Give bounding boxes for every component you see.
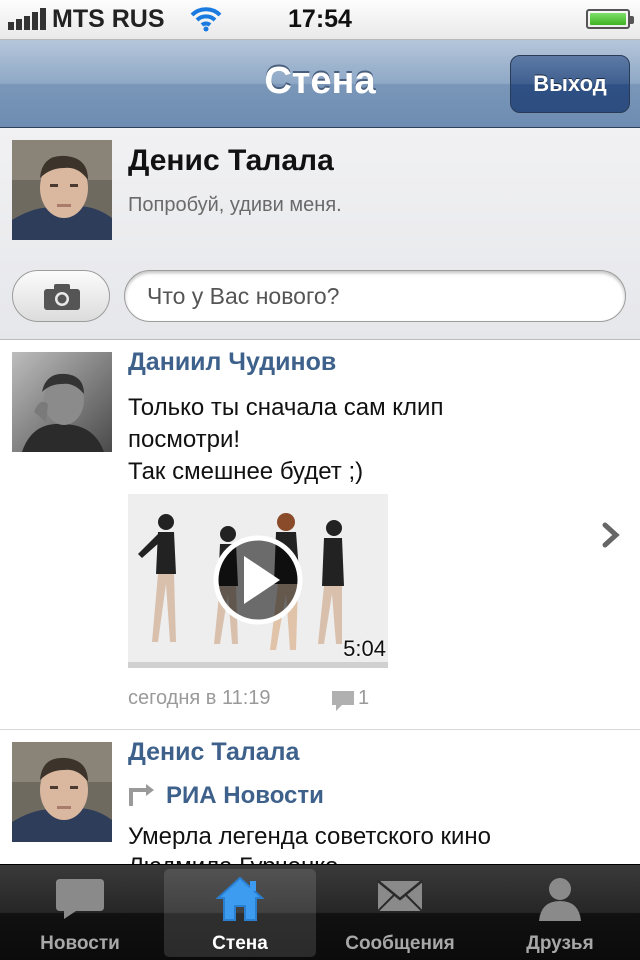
tab-messages[interactable]: Сообщения (324, 869, 476, 957)
post-date: сегодня в 11:19 (128, 687, 271, 709)
comment-icon[interactable] (330, 689, 356, 713)
camera-button[interactable] (12, 270, 110, 322)
home-icon (215, 876, 265, 921)
post-text: Только ты сначала сам клип посмотри! Так… (128, 394, 444, 485)
post-text: Умерла легенда советского кино (128, 823, 491, 850)
post-author[interactable]: Даниил Чудинов (128, 348, 336, 377)
avatar[interactable] (12, 742, 112, 842)
post-text-line-2: Людмила Гурченко (128, 852, 618, 864)
wall-post[interactable]: Даниил Чудинов Только ты сначала сам кли… (0, 340, 640, 730)
post-author[interactable]: Денис Талала (128, 738, 299, 767)
speech-bubble-icon (56, 879, 104, 919)
logout-button[interactable]: Выход (510, 55, 630, 113)
profile-name: Денис Талала (128, 144, 334, 177)
wall-post[interactable]: Денис Талала РИА Новости Умерла легенда … (0, 730, 640, 864)
video-duration: 5:04 (343, 636, 386, 661)
comment-count[interactable]: 1 (358, 687, 369, 710)
video-thumbnail[interactable]: 5:04 (128, 494, 388, 668)
tab-bar: Новости Стена Сообщения Друзья (0, 864, 640, 960)
repost-icon (129, 784, 154, 806)
avatar[interactable] (12, 352, 112, 452)
wall-feed[interactable]: Даниил Чудинов Только ты сначала сам кли… (0, 340, 640, 864)
camera-icon (44, 284, 80, 310)
navigation-bar: Стена Выход (0, 40, 640, 128)
person-icon (539, 878, 581, 921)
envelope-icon (377, 880, 423, 912)
tab-news[interactable]: Новости (4, 869, 156, 957)
tab-wall[interactable]: Стена (164, 869, 316, 957)
new-post-input[interactable] (124, 270, 626, 322)
clock: 17:54 (288, 5, 352, 33)
status-bar: MTS RUS 17:54 (0, 0, 640, 40)
tab-friends[interactable]: Друзья (484, 869, 636, 957)
chevron-right-icon[interactable] (602, 522, 620, 548)
repost-source[interactable]: РИА Новости (166, 782, 324, 810)
profile-header: Денис Талала Попробуй, удиви меня. (0, 128, 640, 340)
profile-status: Попробуй, удиви меня. (128, 194, 342, 216)
avatar[interactable] (12, 140, 112, 240)
battery-icon (586, 9, 634, 29)
